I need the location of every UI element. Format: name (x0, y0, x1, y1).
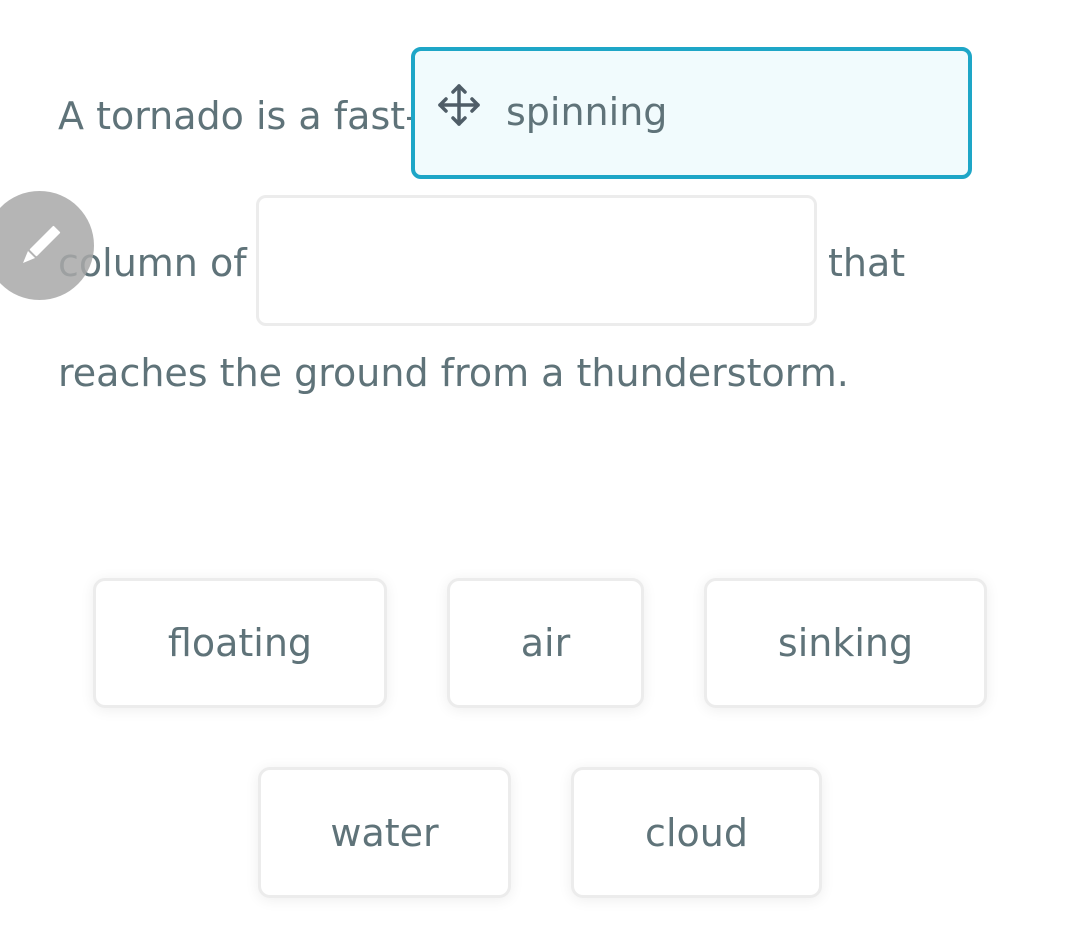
answer-blank-1-word[interactable]: spinning (506, 89, 667, 135)
word-chip-label: water (330, 810, 439, 855)
sentence-line-2-suffix: that (828, 241, 906, 285)
fill-in-the-blank-exercise: A tornado is a fast- spinning column of … (0, 0, 1080, 951)
sentence-line-1-text: A tornado is a fast- (58, 94, 419, 138)
word-chip-floating[interactable]: floating (93, 578, 387, 708)
answer-blank-1[interactable] (411, 47, 972, 179)
pencil-icon (10, 216, 70, 276)
word-chip-air[interactable]: air (447, 578, 644, 708)
word-chip-sinking[interactable]: sinking (704, 578, 987, 708)
move-arrows-icon[interactable] (434, 80, 484, 130)
word-chip-label: floating (167, 621, 313, 665)
answer-blank-2[interactable] (256, 195, 817, 326)
sentence-line-3-text: reaches the ground from a thunderstorm. (58, 351, 849, 395)
word-chip-label: air (520, 621, 571, 665)
word-chip-water[interactable]: water (258, 767, 511, 898)
word-chip-label: cloud (645, 810, 748, 855)
word-chip-cloud[interactable]: cloud (571, 767, 822, 898)
word-chip-label: sinking (777, 621, 914, 665)
